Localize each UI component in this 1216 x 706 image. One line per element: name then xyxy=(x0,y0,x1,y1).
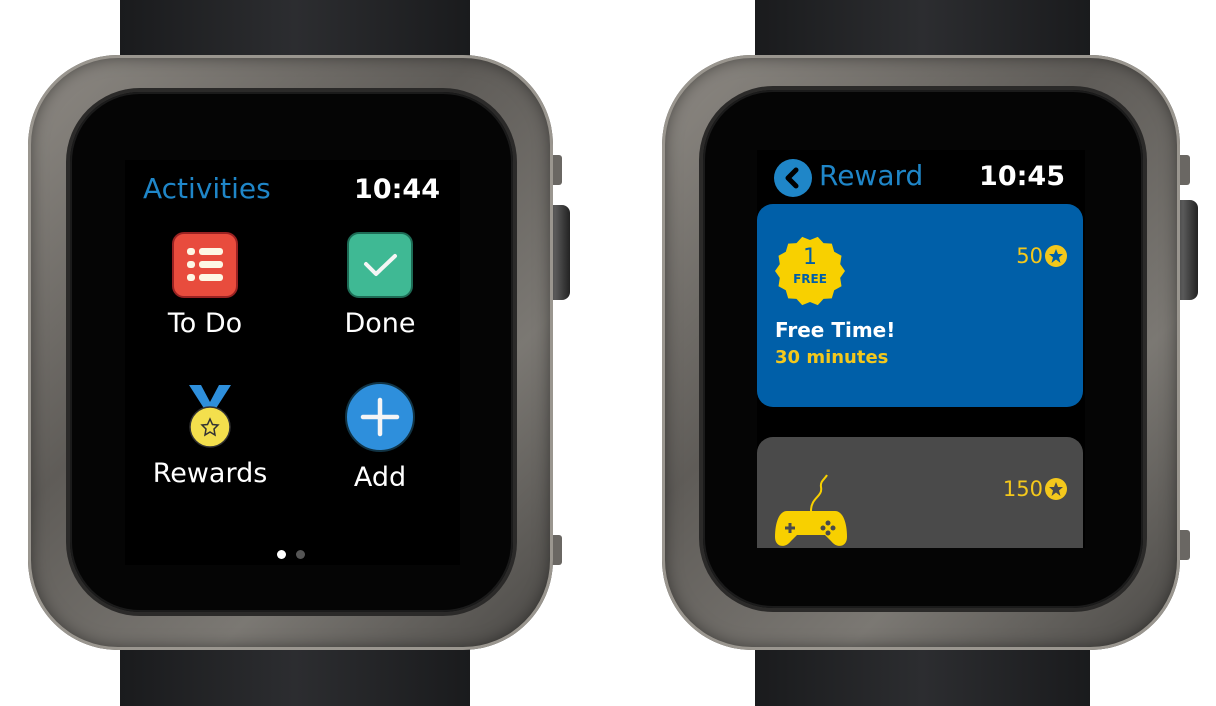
reward-card[interactable]: 150 xyxy=(757,437,1083,548)
tile-add[interactable]: Add xyxy=(305,382,455,493)
tile-label: Add xyxy=(353,462,407,493)
badge-text: FREE xyxy=(793,272,827,286)
page-indicator-active xyxy=(277,550,286,559)
reward-screen: Reward 10:45 1 FREE 50 Free Time! 30 min… xyxy=(757,150,1085,548)
gamepad-icon xyxy=(773,467,849,548)
tile-label: Done xyxy=(344,308,416,339)
activities-screen: Activities 10:44 To Do Done Rewards Add xyxy=(125,160,460,565)
chevron-left-icon xyxy=(785,167,799,189)
plus-icon xyxy=(345,382,415,452)
badge-icon: 1 FREE xyxy=(775,236,845,306)
tile-done[interactable]: Done xyxy=(305,232,455,339)
star-icon xyxy=(1045,478,1067,500)
tile-rewards[interactable]: Rewards xyxy=(135,382,285,489)
points-cost: 50 xyxy=(1016,244,1067,268)
tile-todo[interactable]: To Do xyxy=(130,232,280,339)
page-title: Activities xyxy=(143,172,271,205)
reward-name: Free Time! xyxy=(775,318,896,342)
back-button[interactable] xyxy=(774,159,812,197)
reward-card[interactable]: 1 FREE 50 Free Time! 30 minutes xyxy=(757,204,1083,407)
points-cost: 150 xyxy=(1003,477,1067,501)
tile-label: Rewards xyxy=(152,458,268,489)
checkmark-icon xyxy=(347,232,413,298)
list-icon xyxy=(172,232,238,298)
clock: 10:45 xyxy=(979,161,1065,192)
clock: 10:44 xyxy=(354,174,440,205)
badge-number: 1 xyxy=(803,245,817,270)
tile-label: To Do xyxy=(167,308,243,339)
page-title: Reward xyxy=(819,159,924,192)
page-indicator xyxy=(296,550,305,559)
star-icon xyxy=(1045,245,1067,267)
medal-icon xyxy=(177,382,243,448)
reward-detail: 30 minutes xyxy=(775,347,889,368)
